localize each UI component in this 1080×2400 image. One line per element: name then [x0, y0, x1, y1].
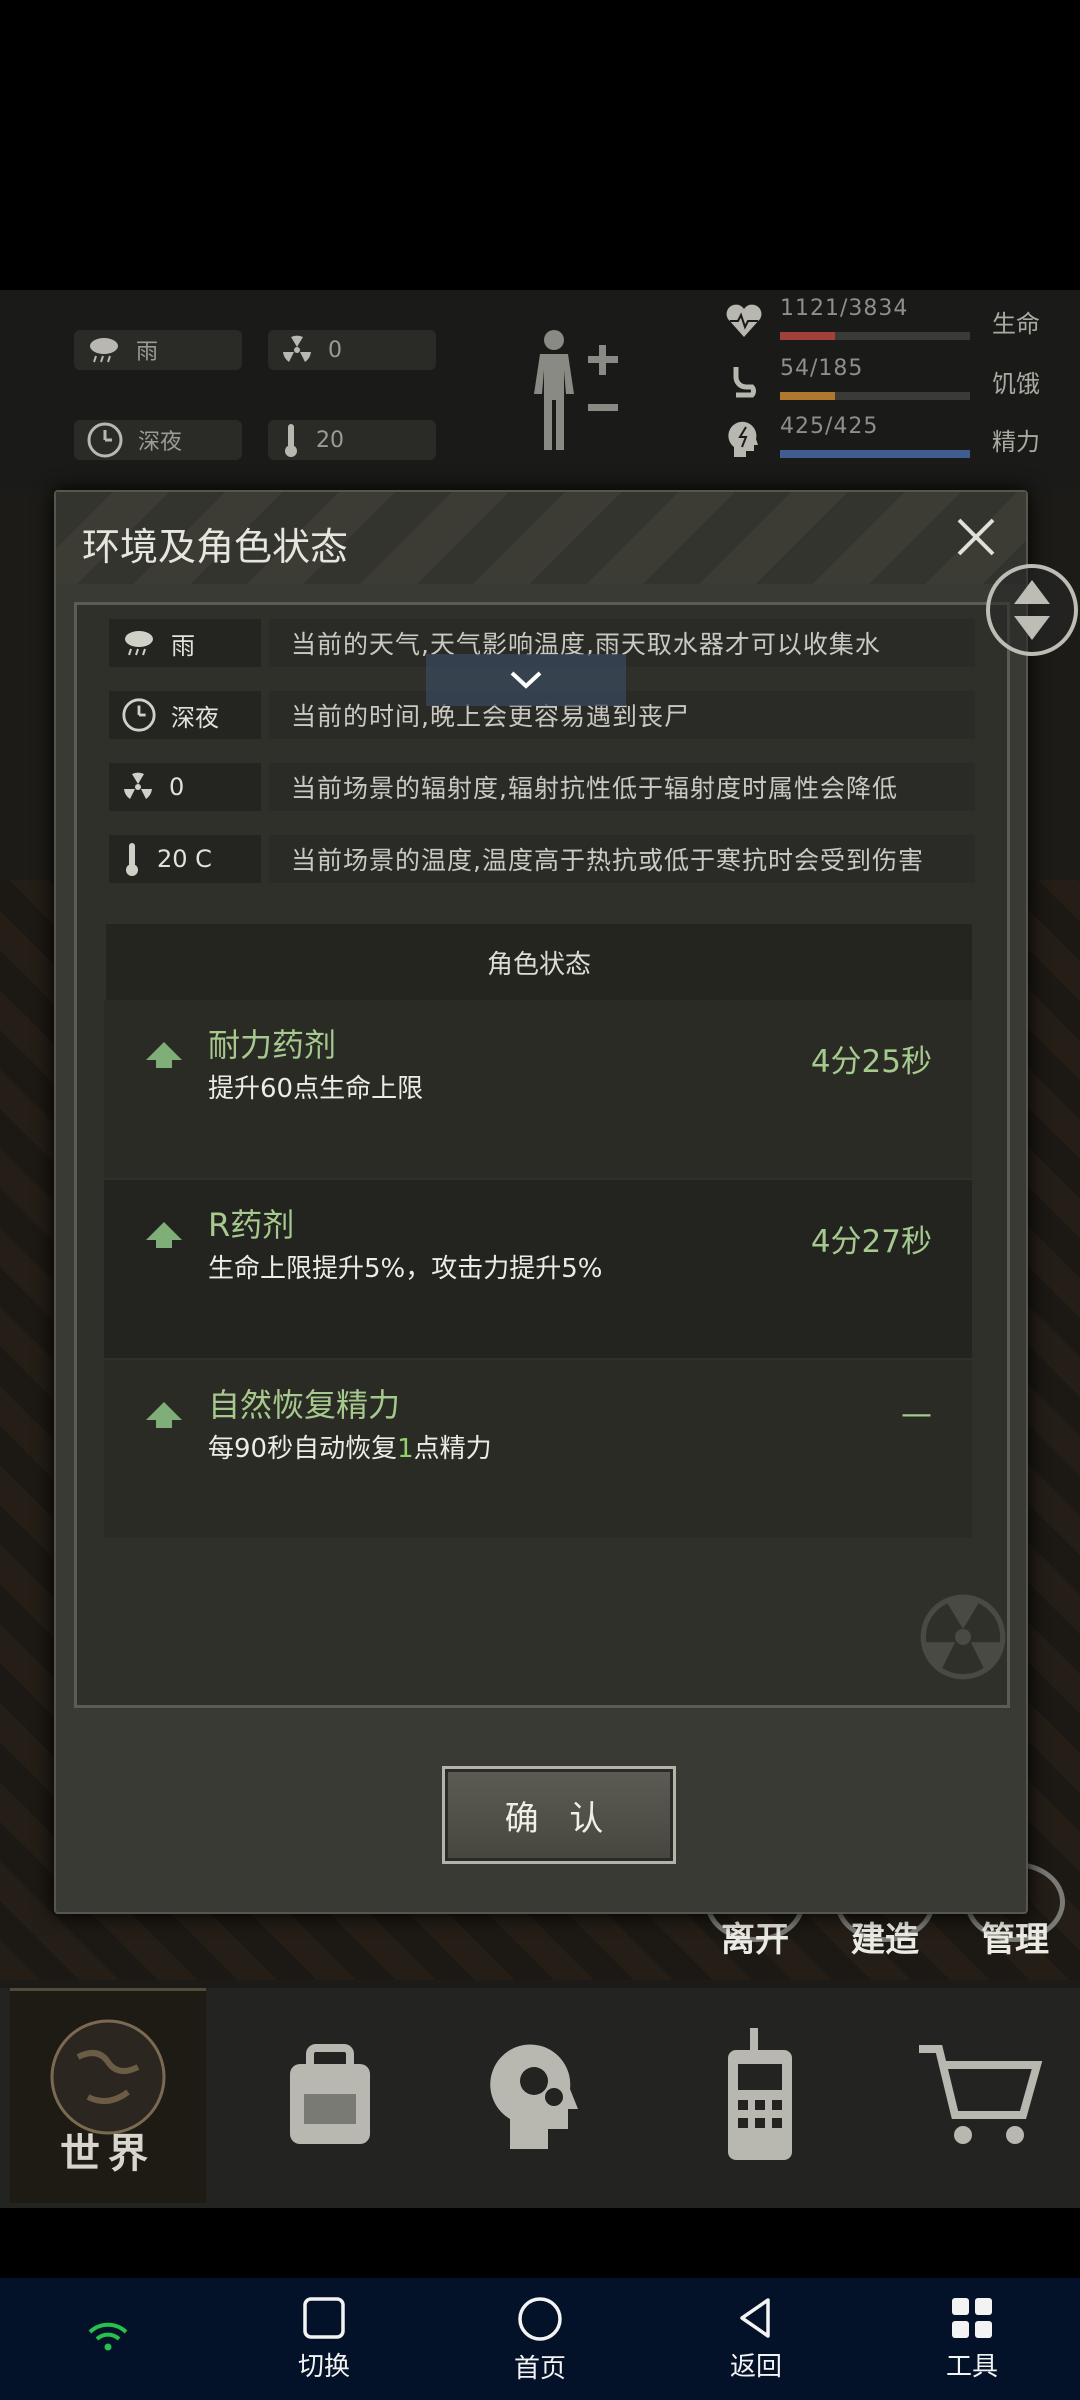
status-time: 4分27秒	[810, 1224, 932, 1260]
character-body-icon[interactable]	[520, 326, 620, 456]
rain-cloud-icon	[125, 631, 153, 656]
status-name: R药剂	[208, 1206, 295, 1244]
env-radiation-desc: 当前场景的辐射度,辐射抗性低于辐射度时属性会降低	[269, 763, 975, 811]
env-weather-value: 雨	[171, 631, 195, 660]
radiation-indicator[interactable]: 0	[268, 330, 436, 370]
status-desc: 提升60点生命上限	[208, 1074, 424, 1104]
time-value: 深夜	[138, 430, 183, 455]
status-name: 自然恢复精力	[208, 1386, 401, 1424]
tab-skills[interactable]	[450, 1988, 630, 2200]
walkie-talkie-icon	[728, 2028, 792, 2160]
clock-icon	[122, 698, 156, 732]
thermometer-icon	[285, 424, 297, 457]
temperature-value: 20	[316, 427, 344, 453]
energy-bar-fill	[780, 450, 970, 458]
clock-icon	[87, 422, 123, 458]
shopping-cart-icon	[919, 2045, 1043, 2144]
hunger-label: 饥饿	[992, 369, 1040, 398]
energy-head-icon	[728, 421, 758, 457]
wifi-icon	[88, 2322, 128, 2351]
close-icon[interactable]	[951, 512, 1001, 562]
switch-label: 切换	[297, 2352, 350, 2382]
tab-backpack[interactable]	[240, 1988, 420, 2200]
backpack-icon	[290, 2044, 370, 2144]
back-triangle-icon	[740, 2298, 770, 2338]
dialog-title: 环境及角色状态	[82, 525, 349, 569]
health-bar-fill	[780, 332, 836, 340]
time-indicator[interactable]: 深夜	[74, 420, 242, 460]
radiation-watermark-icon	[920, 1594, 1006, 1680]
stomach-icon	[733, 367, 756, 398]
env-temperature-value: 20 C	[157, 845, 212, 873]
tools-button[interactable]: 工具	[912, 2296, 1032, 2383]
home-label: 首页	[513, 2354, 566, 2384]
status-item-endurance-potion[interactable]: 耐力药剂 提升60点生命上限 4分25秒	[104, 1000, 972, 1178]
back-button[interactable]: 返回	[696, 2296, 816, 2383]
status-item-natural-recovery[interactable]: 自然恢复精力 每90秒自动恢复1点精力 —	[104, 1360, 972, 1538]
scroll-toggle-icon[interactable]	[984, 562, 1080, 658]
rain-cloud-icon	[90, 338, 118, 363]
energy-label: 精力	[992, 427, 1040, 456]
status-item-r-potion[interactable]: R药剂 生命上限提升5%，攻击力提升5% 4分27秒	[104, 1180, 972, 1358]
circle-icon	[518, 2297, 562, 2341]
buff-up-arrow-icon	[146, 1402, 182, 1428]
energy-value: 425/425	[780, 414, 879, 439]
back-label: 返回	[729, 2352, 782, 2382]
radiation-icon	[283, 335, 311, 362]
globe-icon	[50, 2019, 166, 2135]
status-time: 4分25秒	[810, 1044, 932, 1080]
hunger-stat: 54/185 饥饿	[720, 356, 1060, 404]
health-stat: 1121/3834 生命	[720, 296, 1060, 344]
status-name: 耐力药剂	[208, 1026, 337, 1064]
tab-world[interactable]: 世界	[10, 1988, 206, 2203]
tab-world-label: 世界	[60, 2131, 156, 2177]
status-desc: 每90秒自动恢复1点精力	[208, 1434, 492, 1464]
status-section-header: 角色状态	[106, 924, 972, 1000]
square-icon	[303, 2297, 345, 2339]
status-desc: 生命上限提升5%，攻击力提升5%	[208, 1254, 603, 1284]
status-hud: 雨 0 深夜 20 1121/3834 生命 54/185 饥饿 425/425…	[0, 290, 1080, 490]
weather-indicator[interactable]: 雨	[74, 330, 242, 370]
tools-label: 工具	[945, 2352, 998, 2382]
radiation-value: 0	[328, 337, 342, 363]
home-button[interactable]: 首页	[480, 2296, 600, 2385]
temperature-indicator[interactable]: 20	[268, 420, 436, 460]
switch-button[interactable]: 切换	[264, 2296, 384, 2383]
env-row-radiation: 0 当前场景的辐射度,辐射抗性低于辐射度时属性会降低	[109, 763, 975, 811]
health-label: 生命	[992, 309, 1040, 338]
buff-up-arrow-icon	[146, 1042, 182, 1068]
head-gears-icon	[490, 2044, 578, 2149]
expand-button[interactable]	[426, 654, 626, 706]
env-radiation-value: 0	[169, 773, 185, 801]
grid-icon	[952, 2298, 992, 2338]
status-dialog: 环境及角色状态 雨 当前的天气,天气影响温度,雨天取水器才可以收集水 深夜 当前…	[54, 490, 1028, 1914]
energy-stat: 425/425 精力	[720, 414, 1060, 462]
status-time: —	[901, 1396, 932, 1432]
hunger-bar-fill	[780, 392, 836, 400]
bottom-nav: 世界	[0, 1988, 1080, 2208]
heart-icon	[726, 304, 762, 337]
env-row-temperature: 20 C 当前场景的温度,温度高于热抗或低于寒抗时会受到伤害	[109, 835, 975, 883]
weather-value: 雨	[136, 340, 159, 365]
hunger-value: 54/185	[780, 356, 864, 381]
chevron-down-icon	[510, 671, 542, 689]
buff-up-arrow-icon	[146, 1222, 182, 1248]
tab-radio[interactable]	[670, 1988, 850, 2200]
radiation-icon	[124, 772, 152, 799]
confirm-button[interactable]: 确 认	[442, 1766, 676, 1864]
env-temperature-desc: 当前场景的温度,温度高于热抗或低于寒抗时会受到伤害	[269, 835, 975, 883]
health-value: 1121/3834	[780, 296, 909, 321]
thermometer-icon	[126, 843, 138, 876]
tab-shop[interactable]	[890, 1988, 1070, 2200]
env-time-value: 深夜	[171, 703, 219, 732]
system-nav-bar: 切换 首页 返回 工具	[0, 2278, 1080, 2400]
